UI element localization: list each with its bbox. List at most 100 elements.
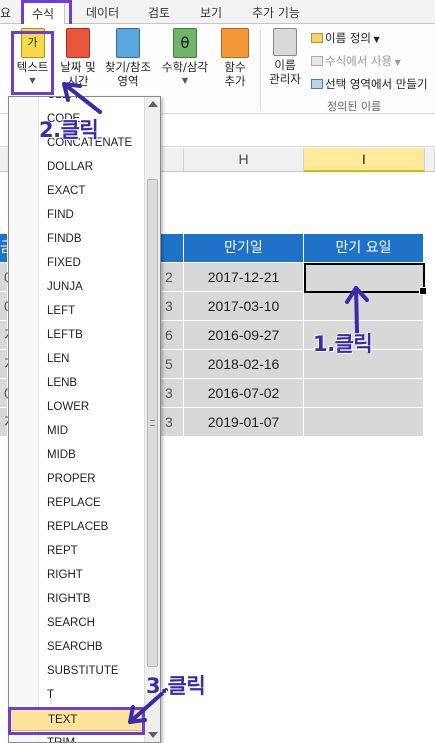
magnifier-book-icon xyxy=(116,28,140,58)
theta-book-icon: θ xyxy=(173,28,197,58)
tab-view[interactable]: 보기 xyxy=(200,4,222,21)
function-item-rightb[interactable]: RIGHTB xyxy=(9,587,144,611)
step1-annotation: 1.클릭 xyxy=(313,332,373,356)
ribbon-group-separator xyxy=(260,30,261,110)
table-cell-peek: 3 xyxy=(161,292,184,321)
function-item-midb[interactable]: MIDB xyxy=(9,443,144,467)
column-header-next xyxy=(425,148,435,172)
datetime-functions-button[interactable]: 날짜 및 시간 xyxy=(56,28,100,88)
table-cell-date[interactable]: 2017-03-10 xyxy=(184,292,304,321)
lookup-label-2: 영역 xyxy=(117,74,139,88)
function-item-proper[interactable]: PROPER xyxy=(9,467,144,491)
lookup-reference-button[interactable]: 찾기/참조 영역 xyxy=(100,28,156,88)
header-cell-peek-mid xyxy=(161,234,184,263)
tab-review[interactable]: 검토 xyxy=(148,4,170,21)
active-cell-selection[interactable] xyxy=(304,263,427,295)
table-cell-peek: 0 xyxy=(0,263,12,292)
function-item-exact[interactable]: EXACT xyxy=(9,179,144,203)
function-item-replaceb[interactable]: REPLACEB xyxy=(9,515,144,539)
more-functions-button[interactable]: 함수 추가 xyxy=(214,28,256,88)
table-cell-date[interactable]: 2016-07-02 xyxy=(184,379,304,408)
function-item-leftb[interactable]: LEFTB xyxy=(9,323,144,347)
function-item-lenb[interactable]: LENB xyxy=(9,371,144,395)
table-cell-peek: 지 xyxy=(0,408,17,437)
function-item-clean[interactable]: CLEAN xyxy=(9,97,144,107)
dropdown-scrollbar[interactable] xyxy=(144,97,160,742)
header-cell-maturity-weekday[interactable]: 만기 요일 xyxy=(304,234,424,263)
function-item-lower[interactable]: LOWER xyxy=(9,395,144,419)
function-item-dollar[interactable]: DOLLAR xyxy=(9,155,144,179)
books-stack-icon xyxy=(221,28,249,58)
step3-annotation: 3.클릭 xyxy=(146,674,206,698)
function-item-substitute[interactable]: SUBSTITUTE xyxy=(9,659,144,683)
create-from-selection-button[interactable]: 선택 영역에서 만들기 xyxy=(311,76,428,92)
chevron-down-icon: ▼ xyxy=(392,58,401,67)
table-cell-date[interactable]: 2016-09-27 xyxy=(184,321,304,350)
datetime-label-1: 날짜 및 xyxy=(60,60,96,74)
lookup-label-1: 찾기/참조 xyxy=(104,60,152,74)
scroll-up-arrow-icon[interactable] xyxy=(148,101,158,107)
table-cell-date[interactable]: 2017-12-21 xyxy=(184,263,304,292)
table-cell-peek: 지 xyxy=(0,321,17,350)
table-cell-peek: 3 xyxy=(161,408,184,437)
function-item-right[interactable]: RIGHT xyxy=(9,563,144,587)
function-item-len[interactable]: LEN xyxy=(9,347,144,371)
function-item-findb[interactable]: FINDB xyxy=(9,227,144,251)
scrollbar-grip-icon xyxy=(150,420,155,426)
function-item-find[interactable]: FIND xyxy=(9,203,144,227)
define-name-button[interactable]: 이름 정의 ▼ xyxy=(311,30,380,46)
table-cell-date[interactable]: 2018-02-16 xyxy=(184,350,304,379)
function-item-rept[interactable]: REPT xyxy=(9,539,144,563)
function-item-searchb[interactable]: SEARCHB xyxy=(9,635,144,659)
chevron-down-icon: ▼ xyxy=(370,35,380,44)
scrollbar-thumb[interactable] xyxy=(147,179,158,667)
math-trig-label: 수학/삼각 xyxy=(161,60,209,74)
tag-icon xyxy=(311,33,323,43)
table-cell-weekday[interactable] xyxy=(304,379,424,408)
define-name-label: 이름 정의 xyxy=(325,31,371,45)
function-item-left[interactable]: LEFT xyxy=(9,299,144,323)
function-item-fixed[interactable]: FIXED xyxy=(9,251,144,275)
function-item-junja[interactable]: JUNJA xyxy=(9,275,144,299)
function-item-mid[interactable]: MID xyxy=(9,419,144,443)
chevron-down-icon: ▼ xyxy=(181,76,189,85)
name-manager-icon xyxy=(273,28,297,56)
math-trig-button[interactable]: θ 수학/삼각 ▼ xyxy=(158,28,212,88)
formula-icon xyxy=(311,56,323,66)
grid-icon xyxy=(311,79,323,89)
use-in-formula-button[interactable]: 수식에서 사용 ▼ xyxy=(311,53,401,69)
table-cell-date[interactable]: 2019-01-07 xyxy=(184,408,304,437)
calendar-clock-icon xyxy=(66,28,90,58)
function-item-replace[interactable]: REPLACE xyxy=(9,491,144,515)
tab-addins[interactable]: 추가 기능 xyxy=(252,4,300,21)
text-functions-dropdown: CLEANCODECONCATENATEDOLLAREXACTFINDFINDB… xyxy=(8,96,161,743)
column-header-h[interactable]: H xyxy=(184,148,304,172)
text-function-highlight xyxy=(8,707,145,735)
header-cell-maturity-date[interactable]: 만기일 xyxy=(184,234,304,263)
table-cell-peek: 0 xyxy=(0,292,12,321)
header-cell-peek: 금 xyxy=(0,234,13,263)
tab-data[interactable]: 데이터 xyxy=(86,4,119,21)
function-item-t[interactable]: T xyxy=(9,683,144,707)
create-from-selection-label: 선택 영역에서 만들기 xyxy=(325,77,428,91)
name-manager-label-1: 이름 xyxy=(274,58,296,72)
formulas-tab-highlight xyxy=(21,0,72,27)
use-in-formula-label: 수식에서 사용 xyxy=(325,54,393,68)
table-cell-peek: 3 xyxy=(161,379,184,408)
table-cell-peek: 지 xyxy=(0,350,17,379)
function-item-search[interactable]: SEARCH xyxy=(9,611,144,635)
defined-names-group-label: 정의된 이름 xyxy=(327,100,382,113)
name-manager-button[interactable]: 이름 관리자 xyxy=(264,28,306,86)
datetime-label-2: 시간 xyxy=(67,74,89,88)
more-label-1: 함수 xyxy=(224,60,246,74)
table-cell-peek: 5 xyxy=(161,350,184,379)
tab-home[interactable]: 요 xyxy=(0,4,11,21)
column-header-i[interactable]: I xyxy=(304,148,425,172)
table-cell-weekday[interactable] xyxy=(304,292,424,321)
step2-annotation: 2.클릭 xyxy=(39,118,99,142)
text-button-highlight xyxy=(11,31,54,95)
table-cell-peek: 2 xyxy=(161,263,184,292)
more-label-2: 추가 xyxy=(224,74,246,88)
table-cell-weekday[interactable] xyxy=(304,408,424,437)
scroll-down-arrow-icon[interactable] xyxy=(148,732,158,738)
